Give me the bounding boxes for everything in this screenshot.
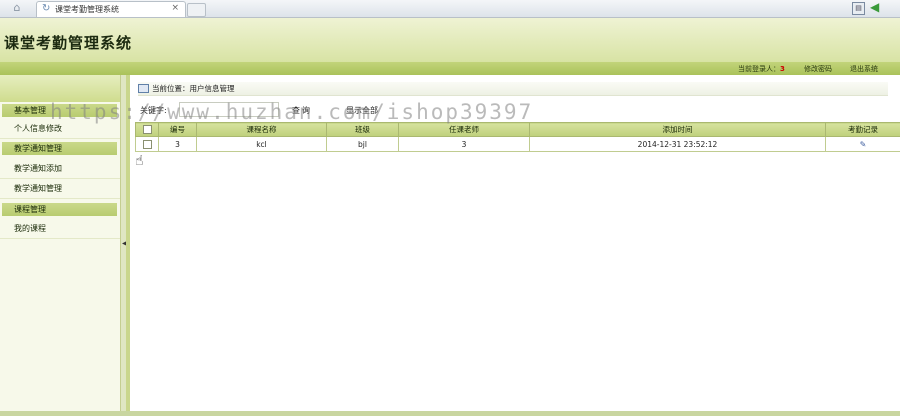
login-bar: 当前登录人：3 修改密码 退出系统 [0, 62, 900, 75]
header-id: 编号 [158, 122, 197, 137]
content-frame: 当前位置：用户信息管理 关键字: 查询 显示全部 编号 课程名称 班级 任课老师… [126, 75, 900, 416]
table-header-row: 编号 课程名称 班级 任课老师 添加时间 考勤记录 [135, 122, 900, 137]
course-table: 编号 课程名称 班级 任课老师 添加时间 考勤记录 3 kcl bjl 3 20… [135, 122, 900, 152]
back-arrow-icon[interactable]: ◀ [870, 0, 879, 14]
bottom-strip [0, 411, 900, 416]
header-select-all[interactable] [135, 122, 159, 137]
browser-tab[interactable]: ↻ 课堂考勤管理系统 × [36, 1, 186, 17]
browser-toolbar: ⌂ ↻ 课堂考勤管理系统 × ▤ ◀ [0, 0, 900, 18]
sidebar-item-my-courses[interactable]: 我的课程 [0, 219, 120, 239]
sidebar-group-course[interactable]: 课程管理 [2, 203, 117, 216]
sidebar-item-notice-add[interactable]: 教学通知添加 [0, 159, 120, 179]
header-added-time: 添加时间 [529, 122, 826, 137]
header-teacher: 任课老师 [398, 122, 530, 137]
page-icon[interactable]: ▤ [852, 2, 865, 15]
change-password-link[interactable]: 修改密码 [804, 64, 832, 74]
row-checkbox[interactable] [142, 139, 152, 149]
watermark: https://www.huzhan.com/ishop39397 [50, 100, 534, 124]
cell-course-name: kcl [196, 136, 327, 152]
row-select-cell[interactable] [135, 136, 159, 152]
new-tab-button[interactable] [187, 3, 206, 17]
edit-pencil-icon[interactable]: ✎ [860, 140, 867, 149]
breadcrumb: 当前位置：用户信息管理 [138, 82, 888, 96]
location-icon [138, 84, 149, 93]
header-attendance: 考勤记录 [825, 122, 900, 137]
app-header: 课堂考勤管理系统 [0, 18, 900, 62]
location-text: 当前位置：用户信息管理 [152, 84, 235, 93]
cell-teacher: 3 [398, 136, 530, 152]
tab-title: 课堂考勤管理系统 [55, 5, 119, 14]
sidebar-group-notice[interactable]: 教学通知管理 [2, 142, 117, 155]
home-icon[interactable]: ⌂ [8, 2, 26, 14]
cell-class: bjl [326, 136, 399, 152]
sidebar-header [0, 75, 120, 102]
select-all-checkbox[interactable] [142, 125, 152, 135]
login-label: 当前登录人： [738, 65, 780, 73]
logout-link[interactable]: 退出系统 [850, 64, 878, 74]
cell-attendance[interactable]: ✎ [825, 136, 900, 152]
cell-added-time: 2014-12-31 23:52:12 [529, 136, 826, 152]
login-user: 3 [780, 65, 785, 73]
app-title: 课堂考勤管理系统 [4, 34, 133, 52]
sidebar: 基本管理 个人信息修改 教学通知管理 教学通知添加 教学通知管理 课程管理 我的… [0, 75, 121, 416]
header-class: 班级 [326, 122, 399, 137]
reload-icon[interactable]: ↻ [42, 3, 50, 14]
cell-id: 3 [158, 136, 197, 152]
table-row: 3 kcl bjl 3 2014-12-31 23:52:12 ✎ [135, 136, 900, 152]
close-icon[interactable]: × [171, 3, 179, 13]
login-info: 当前登录人：3 [738, 64, 785, 74]
main-content: 当前位置：用户信息管理 关键字: 查询 显示全部 编号 课程名称 班级 任课老师… [126, 75, 900, 416]
header-course-name: 课程名称 [196, 122, 327, 137]
hand-cursor-icon: ☝ [135, 153, 144, 169]
sidebar-item-notice-manage[interactable]: 教学通知管理 [0, 179, 120, 199]
